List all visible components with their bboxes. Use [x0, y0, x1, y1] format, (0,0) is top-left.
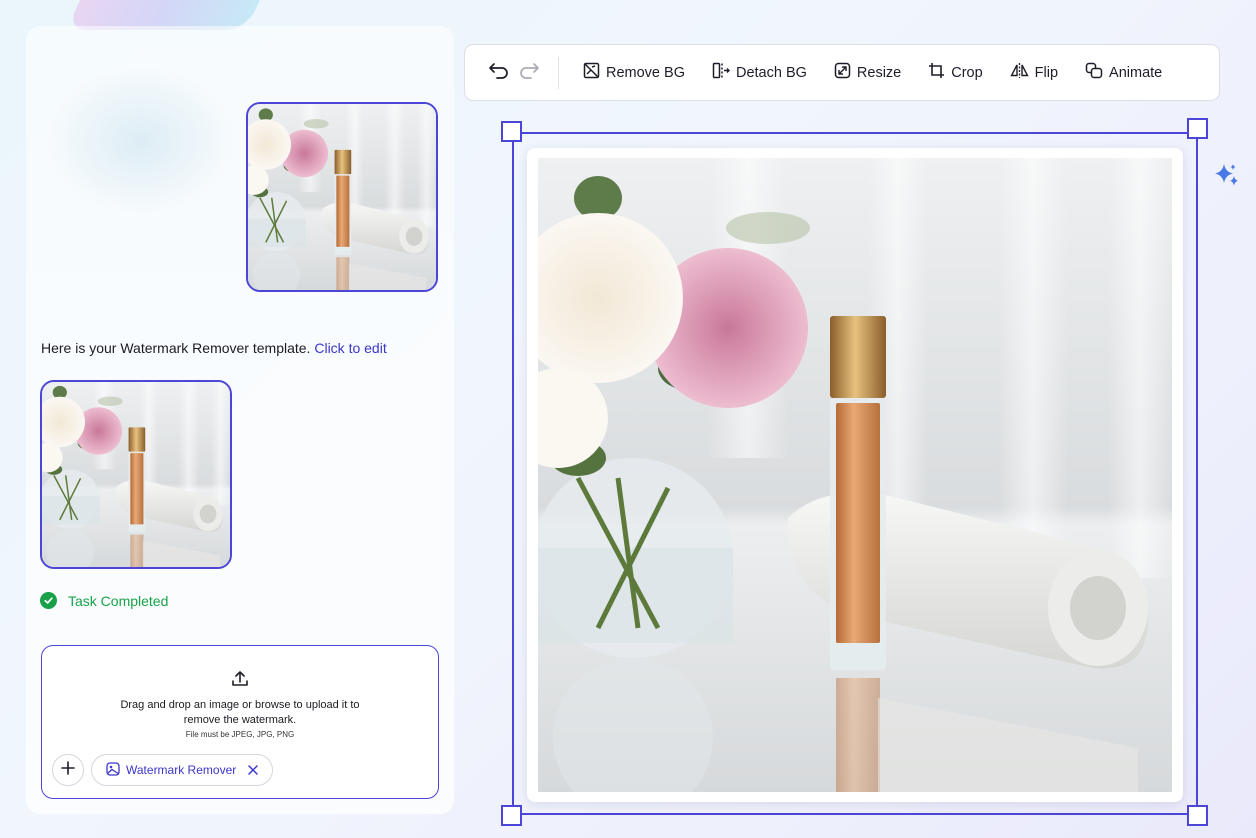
flip-label: Flip: [1034, 64, 1059, 81]
remove-bg-label: Remove BG: [606, 64, 685, 81]
upload-dropzone[interactable]: Drag and drop an image or browse to uplo…: [41, 645, 439, 799]
resize-handle-bottom-left[interactable]: [501, 805, 522, 826]
redo-button[interactable]: [514, 58, 544, 88]
selection-frame[interactable]: [512, 132, 1198, 815]
assistant-message: Here is your Watermark Remover template.…: [41, 340, 387, 356]
click-to-edit-link[interactable]: Click to edit: [314, 340, 386, 356]
animate-icon: [1085, 62, 1103, 83]
animate-label: Animate: [1109, 64, 1163, 81]
animate-button[interactable]: Animate: [1075, 55, 1172, 91]
upload-icon: [230, 669, 250, 694]
remove-bg-icon: [583, 62, 600, 83]
detach-bg-label: Detach BG: [735, 64, 807, 81]
redo-icon: [518, 60, 540, 85]
crop-icon: [928, 62, 945, 83]
resize-handle-top-right[interactable]: [1187, 118, 1208, 139]
uploaded-image-thumbnail[interactable]: [246, 102, 438, 292]
undo-button[interactable]: [484, 58, 514, 88]
crop-label: Crop: [951, 64, 983, 81]
status-text: Task Completed: [68, 592, 169, 609]
close-icon[interactable]: [248, 765, 258, 775]
result-image-thumbnail[interactable]: [40, 380, 232, 569]
crop-button[interactable]: Crop: [918, 55, 992, 91]
resize-icon: [834, 62, 851, 83]
toolbar-divider: [558, 56, 559, 89]
resize-handle-top-left[interactable]: [501, 121, 522, 142]
sparkle-icon[interactable]: [1213, 161, 1241, 194]
resize-label: Resize: [856, 64, 902, 81]
add-attachment-button[interactable]: [52, 754, 84, 786]
remove-bg-button[interactable]: Remove BG: [573, 55, 695, 91]
upload-instruction-line1: Drag and drop an image or browse to uplo…: [120, 699, 360, 711]
resize-button[interactable]: Resize: [824, 55, 911, 91]
detach-bg-button[interactable]: Detach BG: [702, 55, 817, 91]
check-circle-icon: [40, 592, 57, 609]
chip-label: Watermark Remover: [126, 763, 237, 777]
image-icon: [106, 761, 120, 779]
editor-toolbar: Remove BG Detach BG Resize Crop Flip Ani…: [464, 44, 1220, 101]
task-status: Task Completed: [40, 592, 168, 609]
resize-handle-bottom-right[interactable]: [1187, 805, 1208, 826]
message-text: Here is your Watermark Remover template.: [41, 340, 311, 356]
undo-icon: [488, 60, 510, 85]
upload-file-hint: File must be JPEG, JPG, PNG: [185, 730, 295, 739]
flip-button[interactable]: Flip: [1000, 55, 1068, 91]
flip-icon: [1010, 62, 1029, 83]
watermark-remover-chip[interactable]: Watermark Remover: [91, 754, 274, 786]
detach-bg-icon: [712, 62, 730, 83]
plus-icon: [61, 760, 75, 780]
upload-instruction-line2: remove the watermark.: [183, 714, 297, 726]
